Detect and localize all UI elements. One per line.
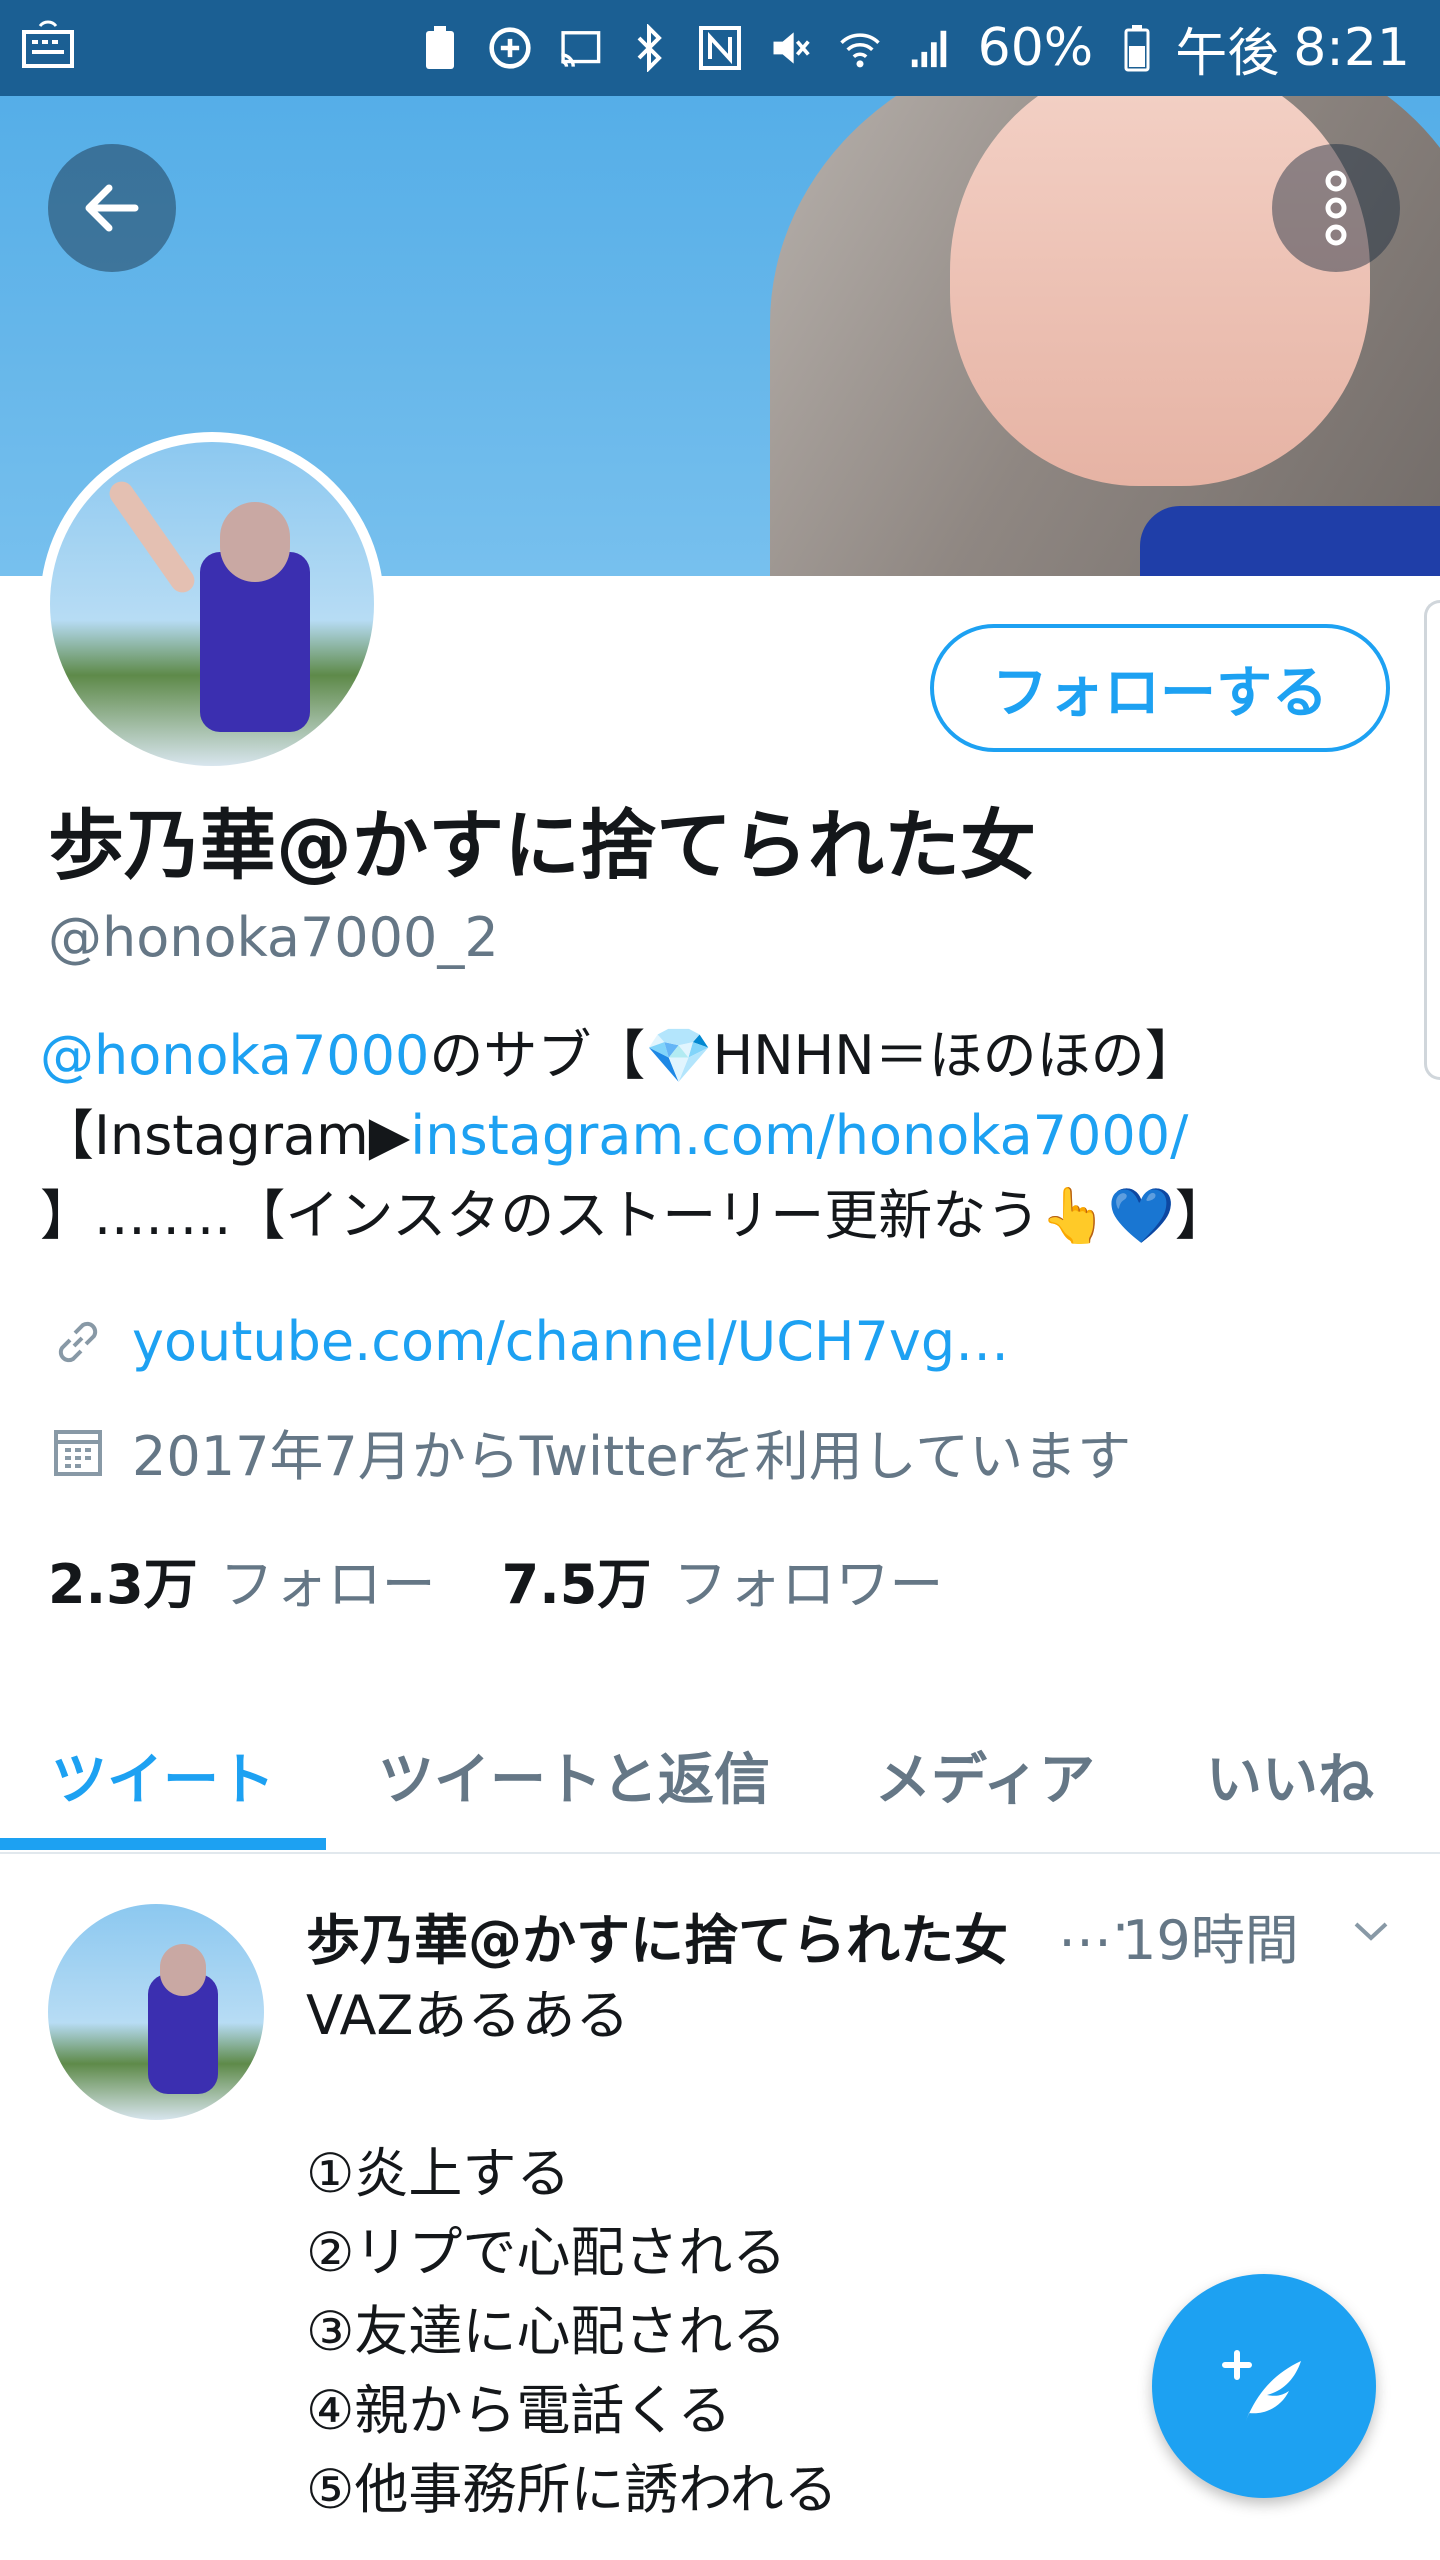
tweet-line: ②リプで心配される xyxy=(306,2221,787,2284)
wifi-icon xyxy=(838,26,882,70)
profile-tabs: ツイート ツイートと返信 メディア いいね xyxy=(0,1700,1440,1854)
following-count: 2.3万 xyxy=(48,1553,198,1616)
battery-saver-icon xyxy=(418,26,462,70)
tab-tweets[interactable]: ツイート xyxy=(0,1700,326,1850)
chevron-down-icon[interactable] xyxy=(1346,1906,1396,1956)
website-link[interactable]: youtube.com/channel/UCH7vg… xyxy=(132,1310,1009,1373)
bio-line2-prefix: 【Instagram▶ xyxy=(40,1104,411,1167)
profile-bio: @honoka7000のサブ【💎HNHN＝ほのほの】 【Instagram▶in… xyxy=(40,1016,1400,1256)
bio-line3: 】........【インスタのストーリー更新なう👆💙】 xyxy=(40,1184,1229,1247)
joined-row: 2017年7月からTwitterを利用しています xyxy=(48,1412,1131,1491)
arrow-left-icon xyxy=(85,184,139,232)
clock: 8:21 xyxy=(1293,18,1410,78)
status-bar: 60% 午後 8:21 xyxy=(0,0,1440,96)
tweet-line: VAZあるある xyxy=(306,1984,630,2047)
signal-icon xyxy=(908,26,952,70)
scroll-edge xyxy=(1424,600,1440,1080)
compose-tweet-button[interactable] xyxy=(1152,2274,1376,2498)
website-row[interactable]: youtube.com/channel/UCH7vg… xyxy=(48,1310,1009,1373)
overflow-menu-button[interactable] xyxy=(1272,144,1400,272)
tweet-line: ①炎上する xyxy=(306,2142,571,2205)
avatar-arm xyxy=(104,476,200,598)
joined-date: 2017年7月からTwitterを利用しています xyxy=(132,1425,1132,1488)
compose-feather-icon xyxy=(1222,2350,1301,2423)
tweet-line xyxy=(306,2055,1346,2134)
tweet-name-ellipsis: …· xyxy=(1058,1896,1130,1959)
time-prefix: 午後 xyxy=(1175,23,1280,84)
avatar-head xyxy=(220,502,290,582)
following-stat[interactable]: 2.3万 フォロー xyxy=(48,1540,436,1619)
bio-line1-text: のサブ【💎HNHN＝ほのほの】 xyxy=(429,1024,1199,1087)
tweet-author-name[interactable]: 歩乃華@かすに捨てられた女 xyxy=(306,1896,1008,1975)
cast-icon xyxy=(558,26,602,70)
user-handle: @honoka7000_2 xyxy=(48,906,499,969)
back-button[interactable] xyxy=(48,144,176,272)
more-vertical-icon xyxy=(1325,170,1347,246)
following-label: フォロー xyxy=(219,1553,436,1616)
tab-likes[interactable]: いいね xyxy=(1180,1700,1400,1850)
bio-mention-link[interactable]: @honoka7000 xyxy=(40,1024,429,1087)
battery-percent: 60% xyxy=(977,18,1094,78)
active-tab-indicator xyxy=(0,1838,326,1850)
tab-tweets-and-replies[interactable]: ツイートと返信 xyxy=(336,1700,812,1850)
mute-icon xyxy=(768,26,812,70)
tab-media[interactable]: メディア xyxy=(840,1700,1130,1850)
tweet-timestamp[interactable]: 19時間 xyxy=(1122,1896,1299,1975)
profile-avatar[interactable] xyxy=(40,432,384,776)
keyboard-icon xyxy=(20,18,76,74)
banner-shirt xyxy=(1140,506,1440,576)
display-name: 歩乃華@かすに捨てられた女 xyxy=(48,801,1036,890)
followers-count: 7.5万 xyxy=(501,1553,652,1616)
calendar-icon xyxy=(48,1422,108,1482)
bluetooth-icon xyxy=(628,24,672,72)
nfc-icon xyxy=(698,26,742,70)
tweet-avatar[interactable] xyxy=(48,1904,264,2120)
add-circle-icon xyxy=(488,26,532,70)
link-icon xyxy=(48,1312,108,1372)
follow-button[interactable]: フォローする xyxy=(930,624,1390,752)
followers-stat[interactable]: 7.5万 フォロワー xyxy=(502,1540,944,1619)
bio-instagram-link[interactable]: instagram.com/honoka7000/ xyxy=(410,1104,1188,1167)
battery-icon xyxy=(1115,25,1159,72)
tweet-avatar-head xyxy=(160,1944,206,1996)
follow-counts: 2.3万 フォロー 7.5万 フォロワー xyxy=(48,1540,943,1619)
followers-label: フォロワー xyxy=(673,1553,944,1616)
